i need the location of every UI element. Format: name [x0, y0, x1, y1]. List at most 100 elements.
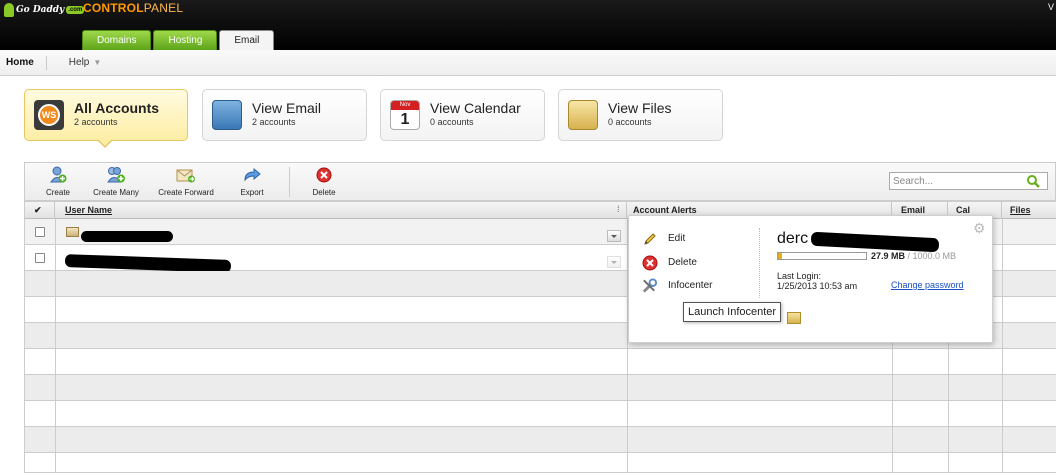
add-user-icon [48, 165, 68, 185]
nav-home[interactable]: Home [0, 55, 47, 70]
last-login-label: Last Login: [777, 271, 822, 281]
select-all-checkbox[interactable]: ✔ [25, 202, 55, 219]
create-forward-button[interactable]: Create Forward [157, 165, 215, 197]
export-button[interactable]: Export [235, 165, 269, 197]
tile-view-email[interactable]: View Email 2 accounts [202, 89, 367, 141]
tab-hosting[interactable]: Hosting [153, 30, 218, 50]
top-header: Go Daddy .com CONTROLPANEL V Domains Hos… [0, 0, 1056, 50]
change-password-link[interactable]: Change password [891, 280, 964, 290]
delete-button[interactable]: Delete [309, 165, 339, 197]
account-details-popup: Edit Delete Infocenter ⚙ derc 27.9 MB / … [628, 215, 993, 343]
tile-count: 2 accounts [74, 117, 118, 127]
storage-usage-fill [778, 253, 782, 259]
tile-count: 2 accounts [252, 117, 296, 127]
last-login: Last Login: 1/25/2013 10:53 am [777, 271, 857, 291]
workspace-icon: WS [34, 100, 64, 130]
export-arrow-icon [242, 165, 262, 185]
create-label: Create [45, 188, 70, 197]
row-checkbox[interactable] [35, 227, 45, 237]
edit-label: Edit [668, 233, 686, 244]
table-row [25, 375, 1056, 401]
redacted-account-name [810, 231, 940, 253]
tile-view-files[interactable]: View Files 0 accounts [558, 89, 723, 141]
delete-icon [314, 165, 334, 185]
mailbox-icon [66, 227, 79, 237]
usage-used: 27.9 MB [871, 251, 906, 261]
product-tabs: Domains Hosting Email [82, 30, 275, 50]
popup-infocenter[interactable]: Infocenter [641, 277, 712, 294]
create-forward-label: Create Forward [158, 188, 214, 197]
folder-icon [787, 312, 801, 324]
delete-label: Delete [668, 257, 697, 268]
last-login-value: 1/25/2013 10:53 am [777, 281, 858, 291]
nav-bar: Home Help ▼ [0, 50, 1056, 76]
export-label: Export [240, 188, 264, 197]
title-thin: PANEL [143, 1, 184, 15]
row-actions-dropdown[interactable] [607, 230, 621, 242]
logo-badge: .com [66, 6, 85, 14]
popup-edit[interactable]: Edit [641, 230, 685, 247]
popup-divider [759, 228, 760, 298]
files-icon [568, 100, 598, 130]
create-button[interactable]: Create [45, 165, 71, 197]
column-divider [1002, 219, 1003, 473]
tab-email[interactable]: Email [219, 30, 275, 50]
create-many-label: Create Many [93, 188, 139, 197]
title-bold: CONTROL [83, 1, 144, 15]
godaddy-logo[interactable]: Go Daddy .com [4, 2, 85, 18]
calendar-day: 1 [400, 111, 410, 128]
nav-help[interactable]: Help ▼ [47, 56, 108, 70]
column-user-name[interactable]: User Name [55, 202, 627, 219]
delete-label: Delete [312, 188, 336, 197]
control-panel-title: CONTROLPANEL [83, 1, 183, 15]
usage-sep: / [905, 251, 913, 261]
accounts-toolbar: Create Create Many Create Forward Export… [24, 162, 1056, 201]
table-row [25, 427, 1056, 453]
chevron-down-icon: ▼ [93, 57, 102, 67]
table-row [25, 453, 1056, 473]
gear-icon[interactable]: ⚙ [973, 221, 987, 235]
create-many-button[interactable]: Create Many [91, 165, 141, 197]
usage-total: 1000.0 MB [912, 251, 957, 261]
tile-title: All Accounts [74, 100, 160, 116]
envelope-forward-icon [176, 165, 196, 185]
calendar-icon: Nov 1 [390, 100, 420, 130]
top-right-text: V [1047, 2, 1054, 12]
tile-selection-pointer [97, 139, 113, 148]
popup-delete[interactable]: Delete [641, 254, 697, 271]
table-row [25, 401, 1056, 427]
table-row [25, 349, 1056, 375]
logo-text: Go Daddy [16, 5, 65, 15]
toolbar-separator [289, 167, 290, 197]
row-actions-dropdown[interactable] [607, 256, 621, 268]
account-name: derc [777, 230, 808, 248]
infocenter-label: Infocenter [668, 280, 713, 291]
storage-usage-text: 27.9 MB / 1000.0 MB [871, 251, 956, 261]
row-checkbox[interactable] [35, 253, 45, 263]
redacted-username [81, 231, 173, 242]
column-divider [55, 219, 56, 473]
tooltip-launch-infocenter: Launch Infocenter [683, 302, 782, 322]
tile-count: 0 accounts [430, 117, 474, 127]
account-name-text: derc [777, 230, 809, 247]
column-files[interactable]: Files [1002, 202, 1056, 219]
tools-icon [641, 277, 658, 294]
search-input[interactable] [889, 172, 1048, 190]
tile-title: View Files [608, 100, 672, 116]
tab-domains[interactable]: Domains [82, 30, 152, 50]
tile-title: View Calendar [430, 100, 521, 116]
pencil-icon [641, 230, 658, 247]
calendar-month: Nov [391, 101, 419, 110]
search-icon[interactable] [1026, 174, 1040, 188]
nav-help-label: Help [68, 56, 90, 68]
column-resize-grip[interactable]: ⁞ [617, 204, 620, 214]
godaddy-mascot-icon [4, 3, 14, 17]
storage-usage-bar [777, 252, 867, 260]
tile-view-calendar[interactable]: Nov 1 View Calendar 0 accounts [380, 89, 545, 141]
add-users-icon [106, 165, 126, 185]
email-icon [212, 100, 242, 130]
tile-count: 0 accounts [608, 117, 652, 127]
tile-all-accounts[interactable]: WS All Accounts 2 accounts [24, 89, 188, 141]
tile-title: View Email [252, 100, 321, 116]
delete-icon [641, 254, 658, 271]
